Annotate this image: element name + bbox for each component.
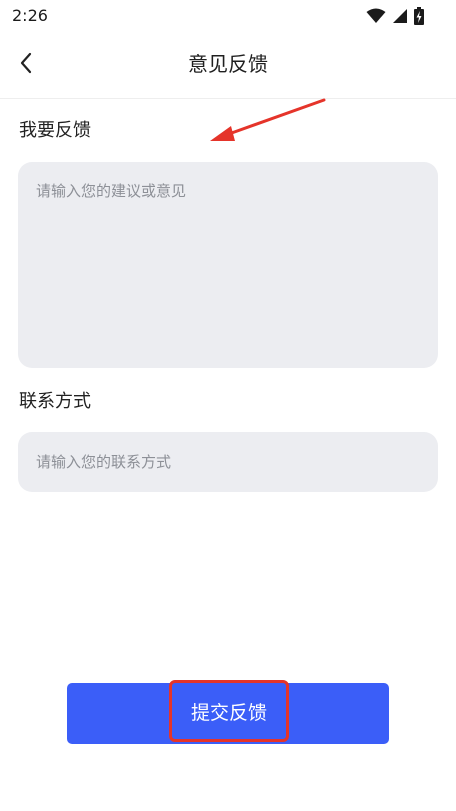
page-title: 意见反馈	[188, 52, 268, 76]
feedback-label: 我要反馈	[19, 120, 91, 141]
submit-feedback-button[interactable]	[67, 683, 389, 744]
status-time: 2:26	[12, 6, 48, 25]
cellular-signal-icon	[393, 9, 407, 23]
contact-input[interactable]	[18, 432, 438, 492]
annotation-arrow-icon	[210, 98, 326, 141]
status-icons	[366, 6, 424, 26]
status-bar: 2:26	[0, 0, 456, 32]
feedback-page: 2:26 意见反馈 我要反馈 联系方式	[0, 0, 456, 811]
app-header: 意见反馈	[0, 32, 456, 99]
wifi-icon	[366, 8, 386, 23]
battery-charging-icon	[414, 7, 424, 25]
contact-label: 联系方式	[19, 391, 91, 412]
feedback-textarea[interactable]	[18, 162, 438, 368]
